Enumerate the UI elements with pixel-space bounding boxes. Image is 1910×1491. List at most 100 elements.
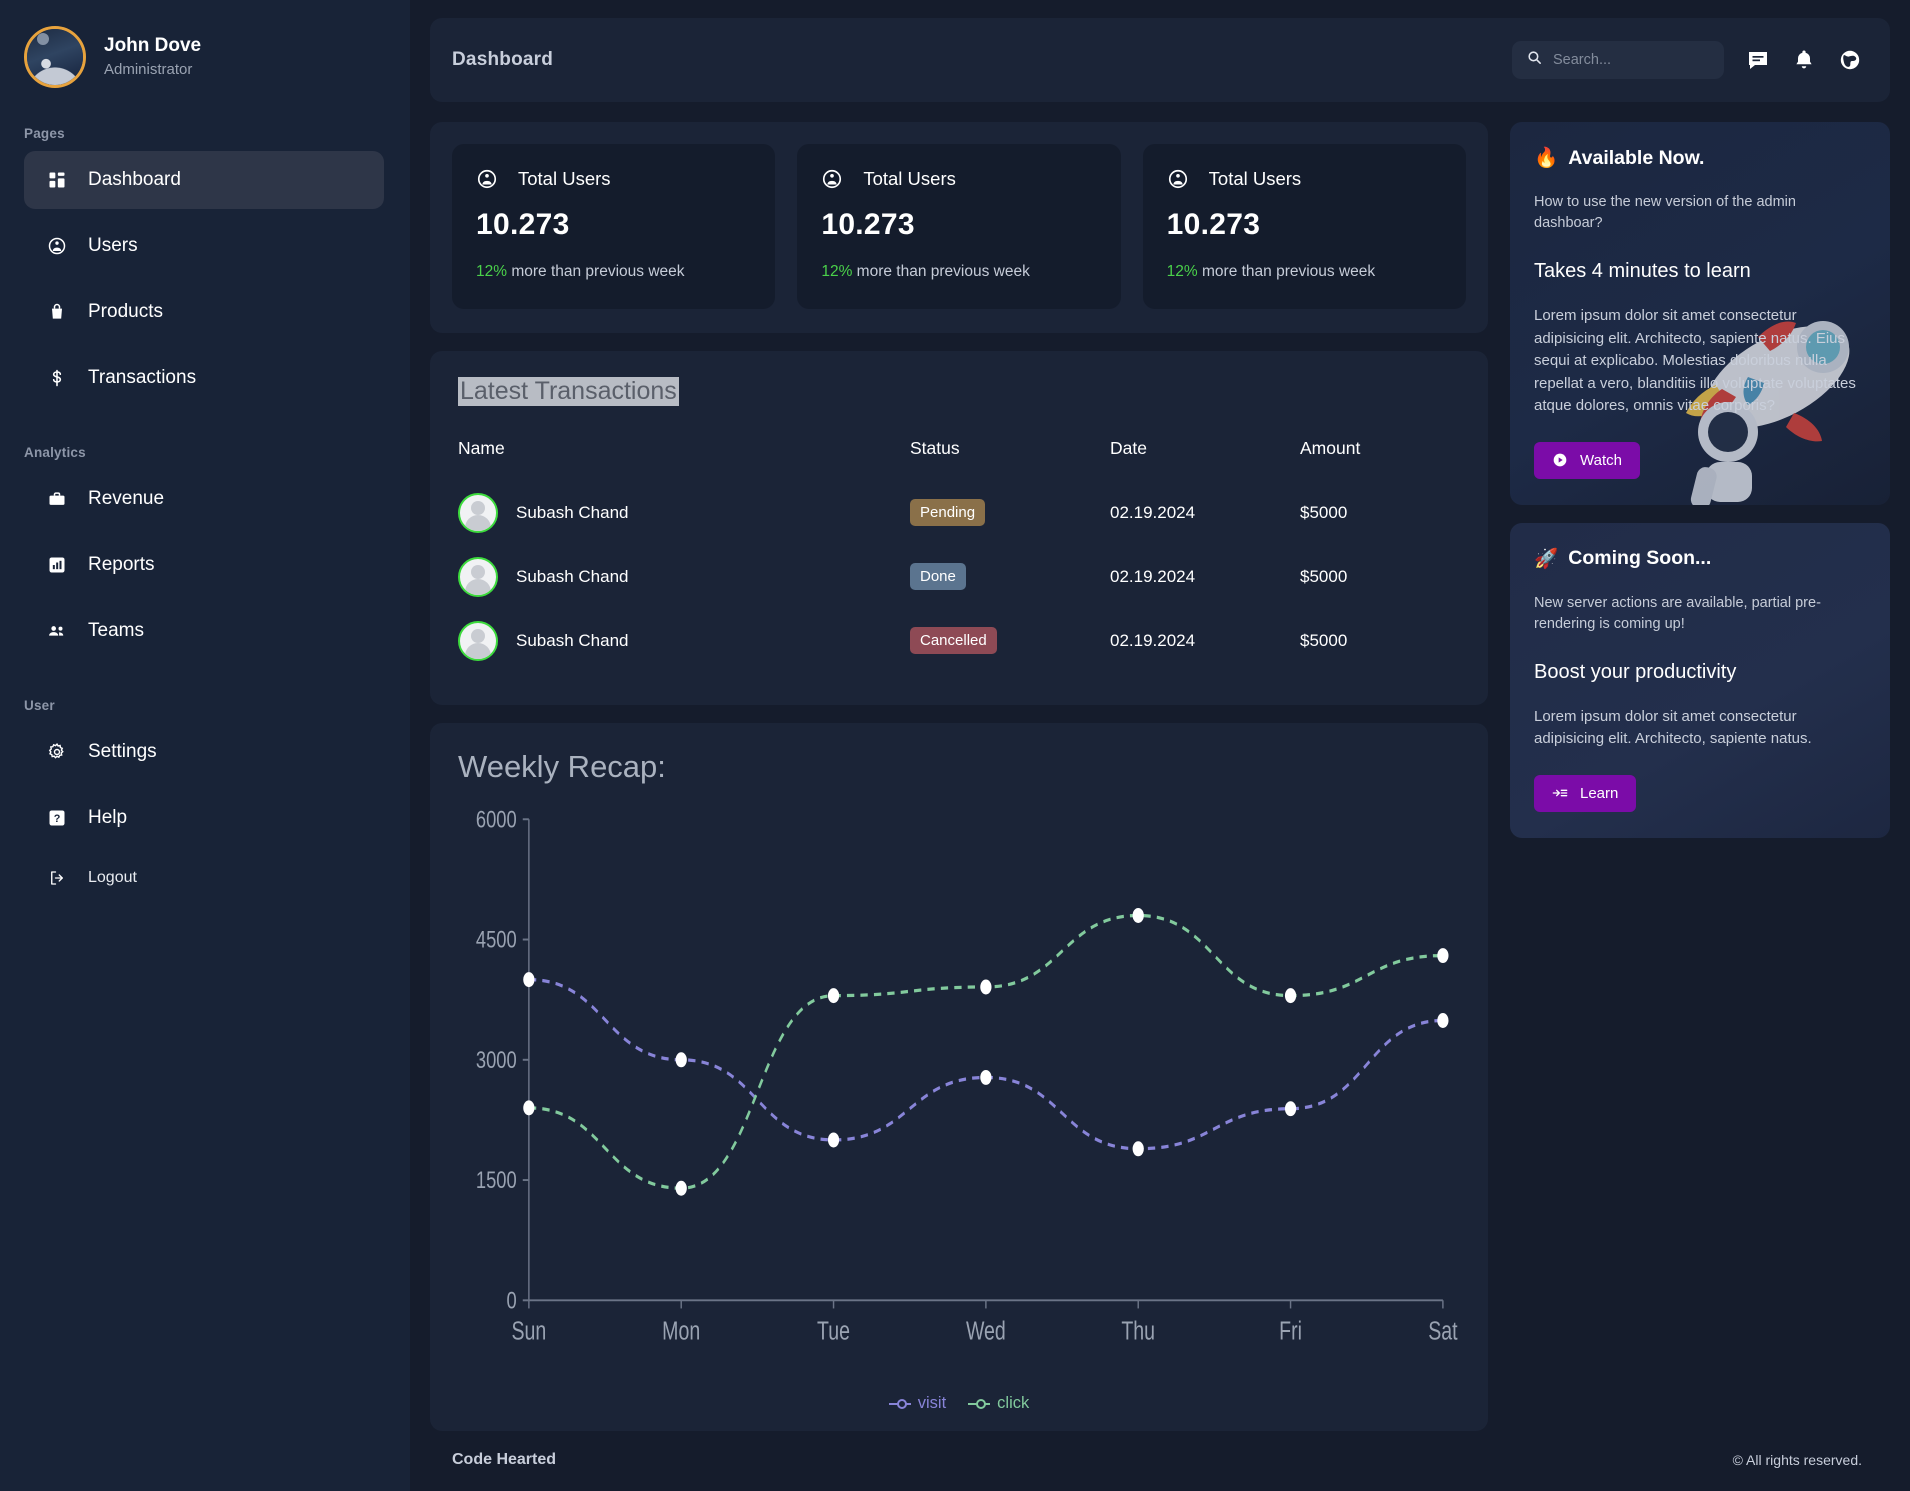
user-role: Administrator [104, 60, 201, 80]
svg-text:Mon: Mon [662, 1316, 700, 1345]
card-heading-label: Available Now. [1568, 147, 1704, 170]
card-subtext: New server actions are available, partia… [1534, 593, 1866, 635]
column-header-amount: Amount [1300, 430, 1460, 481]
app-root: John Dove Administrator Pages Dashboard … [0, 0, 1910, 1491]
table-row[interactable]: Subash Chand Cancelled 02.19.2024 $5000 [458, 609, 1460, 673]
dollar-icon [46, 367, 68, 389]
footer-brand: Code Hearted [452, 1451, 556, 1469]
footer-rights: © All rights reserved. [1733, 1452, 1862, 1468]
cell-date: 02.19.2024 [1110, 481, 1300, 545]
stat-change-text: more than previous week [507, 263, 684, 280]
sidebar-item-dashboard[interactable]: Dashboard [24, 151, 384, 209]
question-box-icon: ? [46, 807, 68, 829]
stat-subtext: 12% more than previous week [476, 262, 691, 283]
sidebar-item-users[interactable]: Users [24, 217, 384, 275]
card-subheading: Boost your productivity [1534, 661, 1866, 684]
sidebar: John Dove Administrator Pages Dashboard … [0, 0, 410, 1491]
svg-text:Tue: Tue [817, 1316, 850, 1345]
sidebar-user: John Dove Administrator [24, 26, 384, 88]
nav-group-title-analytics: Analytics [24, 445, 384, 460]
svg-text:0: 0 [506, 1286, 516, 1314]
cell-name: Subash Chand [516, 631, 628, 651]
sidebar-item-teams[interactable]: Teams [24, 602, 384, 660]
sidebar-item-revenue[interactable]: Revenue [24, 470, 384, 528]
table-header-row: Name Status Date Amount [458, 430, 1460, 481]
stat-change-text: more than previous week [1198, 263, 1375, 280]
svg-text:Sat: Sat [1428, 1316, 1458, 1345]
logout-icon [46, 867, 68, 889]
cell-amount: $5000 [1300, 481, 1460, 545]
sidebar-item-logout[interactable]: Logout [24, 855, 384, 901]
legend-item-visit[interactable]: visit [889, 1394, 946, 1413]
learn-button[interactable]: Learn [1534, 775, 1636, 812]
sidebar-item-help[interactable]: ? Help [24, 789, 384, 847]
svg-text:Fri: Fri [1279, 1316, 1302, 1345]
users-circle-icon [821, 168, 843, 190]
legend-item-click[interactable]: click [968, 1394, 1029, 1413]
globe-icon[interactable] [1838, 48, 1862, 72]
stat-change-pct: 12% [476, 263, 507, 280]
stat-card: Total Users 10.273 12% more than previou… [452, 144, 775, 309]
svg-text:?: ? [54, 813, 61, 825]
left-column: Total Users 10.273 12% more than previou… [430, 122, 1488, 1431]
cell-amount: $5000 [1300, 609, 1460, 673]
table-row[interactable]: Subash Chand Done 02.19.2024 $5000 [458, 545, 1460, 609]
table-row[interactable]: Subash Chand Pending 02.19.2024 $5000 [458, 481, 1460, 545]
card-subtext: How to use the new version of the admin … [1534, 192, 1866, 234]
chart-legend: visit click [458, 1394, 1460, 1413]
search-input[interactable] [1553, 52, 1710, 68]
search-box[interactable] [1512, 41, 1724, 79]
card-heading: 🚀 Coming Soon... [1534, 547, 1866, 571]
page-title: Dashboard [452, 49, 553, 71]
sidebar-item-reports[interactable]: Reports [24, 536, 384, 594]
learn-button-label: Learn [1580, 785, 1618, 802]
column-header-name: Name [458, 430, 910, 481]
bar-chart-icon [46, 554, 68, 576]
sidebar-item-label: Users [88, 235, 138, 257]
svg-text:Thu: Thu [1121, 1316, 1155, 1345]
sidebar-item-label: Teams [88, 620, 144, 642]
svg-text:6000: 6000 [476, 805, 517, 833]
card-body: Lorem ipsum dolor sit amet consectetur a… [1534, 706, 1866, 751]
content-area: Total Users 10.273 12% more than previou… [410, 102, 1910, 1431]
svg-text:4500: 4500 [476, 925, 517, 953]
avatar [458, 493, 498, 533]
message-icon[interactable] [1746, 48, 1770, 72]
nav-group-title-pages: Pages [24, 126, 384, 141]
stat-value: 10.273 [821, 208, 1096, 242]
sidebar-item-products[interactable]: Products [24, 283, 384, 341]
sidebar-item-label: Reports [88, 554, 155, 576]
cell-amount: $5000 [1300, 545, 1460, 609]
sidebar-item-transactions[interactable]: Transactions [24, 349, 384, 407]
cell-name: Subash Chand [516, 567, 628, 587]
cell-date: 02.19.2024 [1110, 545, 1300, 609]
transactions-panel: Latest Transactions Name Status Date Amo… [430, 351, 1488, 705]
stat-subtext: 12% more than previous week [821, 262, 1036, 283]
watch-button[interactable]: Watch [1534, 442, 1640, 479]
bell-icon[interactable] [1792, 48, 1816, 72]
stat-value: 10.273 [476, 208, 751, 242]
avatar [458, 621, 498, 661]
stat-card: Total Users 10.273 12% more than previou… [797, 144, 1120, 309]
arrow-list-icon [1552, 785, 1568, 801]
svg-text:Wed: Wed [966, 1316, 1006, 1345]
sidebar-item-label: Settings [88, 741, 157, 763]
stat-subtext: 12% more than previous week [1167, 262, 1382, 283]
svg-text:1500: 1500 [476, 1165, 517, 1193]
legend-label: click [997, 1394, 1029, 1413]
sidebar-item-label: Transactions [88, 367, 196, 389]
legend-marker-icon [889, 1399, 911, 1409]
stat-value: 10.273 [1167, 208, 1442, 242]
card-heading-label: Coming Soon... [1568, 547, 1711, 570]
rocket-icon: 🚀 [1534, 547, 1558, 571]
legend-label: visit [918, 1394, 946, 1413]
coming-soon-card: 🚀 Coming Soon... New server actions are … [1510, 523, 1890, 838]
briefcase-icon [46, 488, 68, 510]
sidebar-item-settings[interactable]: Settings [24, 723, 384, 781]
column-header-date: Date [1110, 430, 1300, 481]
card-body: Lorem ipsum dolor sit amet consectetur a… [1534, 305, 1866, 418]
stats-panel: Total Users 10.273 12% more than previou… [430, 122, 1488, 333]
stat-change-text: more than previous week [852, 263, 1029, 280]
status-badge: Cancelled [910, 627, 997, 654]
stat-change-pct: 12% [1167, 263, 1198, 280]
